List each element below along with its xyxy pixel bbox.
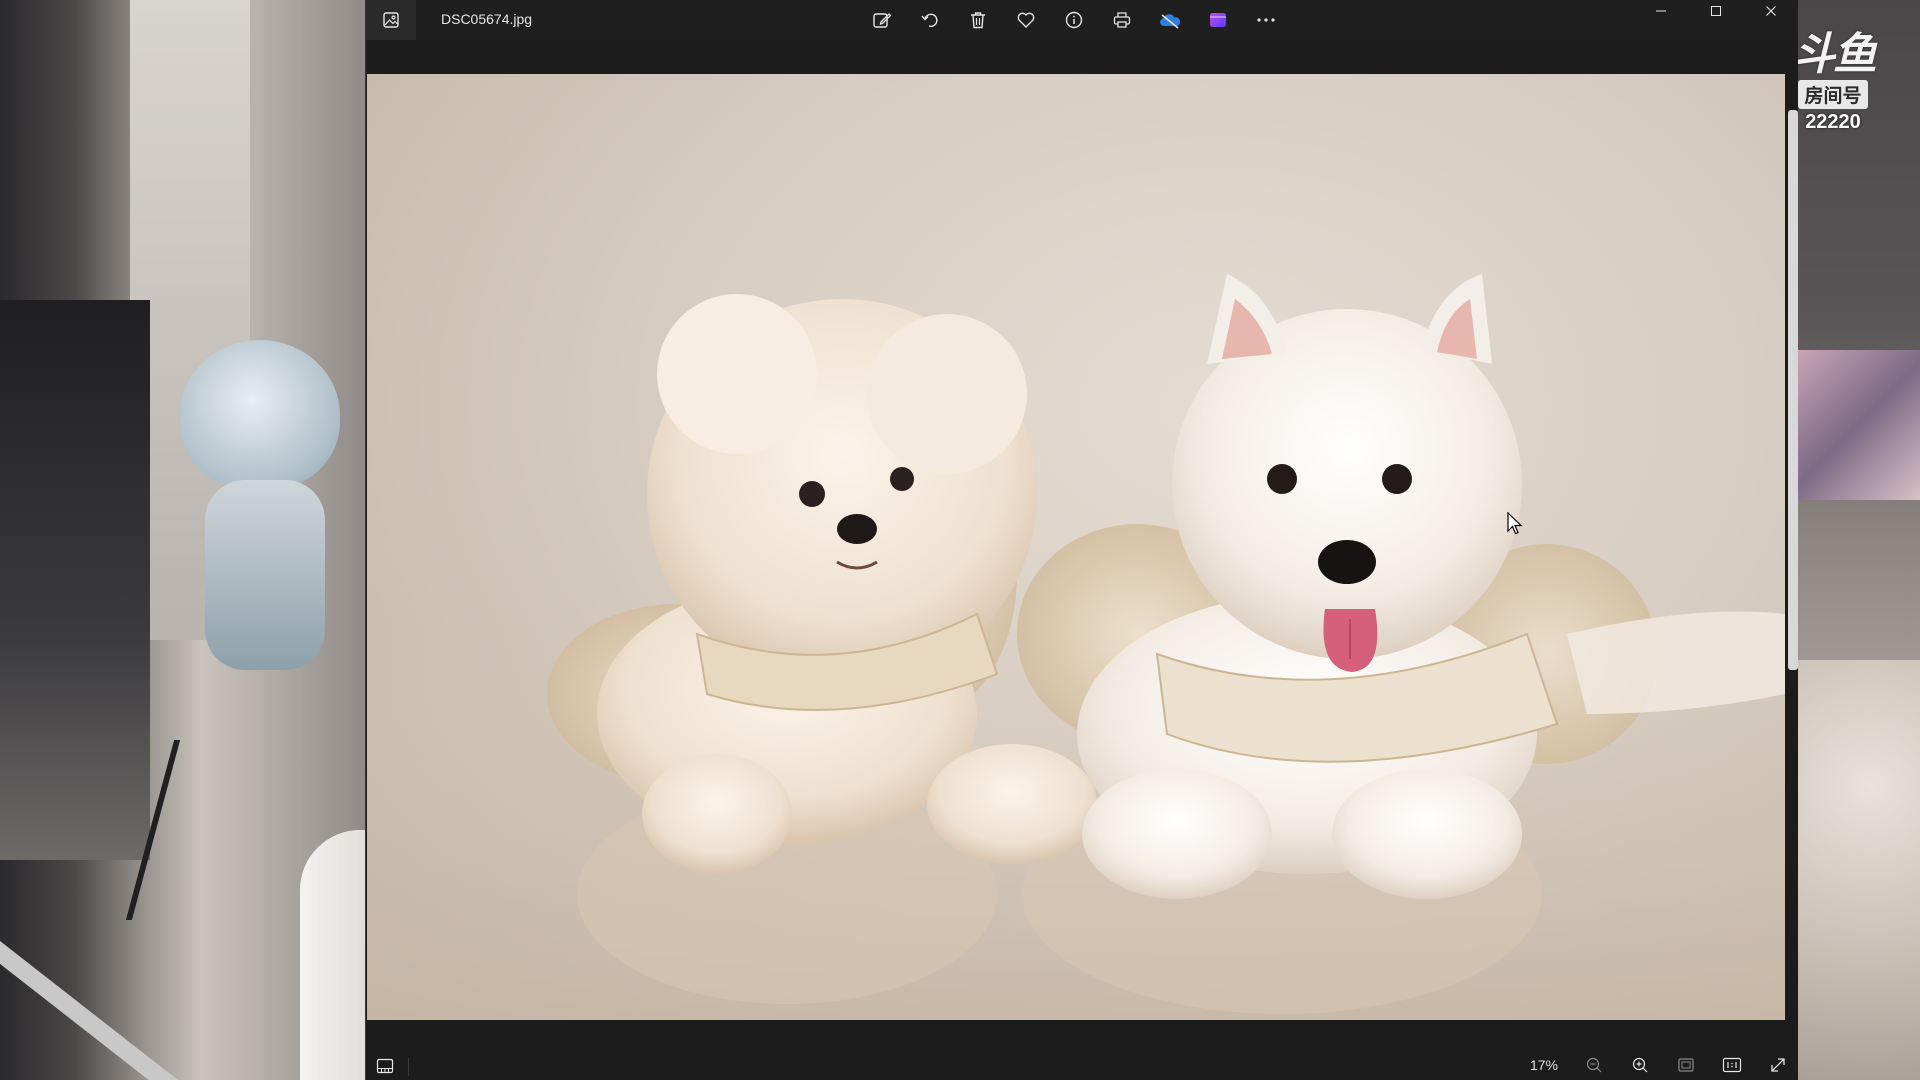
onedrive-button[interactable] <box>1154 5 1186 35</box>
webcam-background-left <box>0 0 380 1080</box>
favorite-button[interactable] <box>1010 5 1042 35</box>
filmstrip-button[interactable] <box>370 1054 400 1078</box>
maximize-button[interactable] <box>1688 0 1743 22</box>
zoom-in-button[interactable] <box>1626 1054 1654 1076</box>
bottom-divider <box>408 1058 409 1076</box>
fit-to-window-button[interactable] <box>1672 1054 1700 1076</box>
edit-icon <box>873 13 892 28</box>
bottom-bar: 17% <box>366 1046 1798 1080</box>
print-button[interactable] <box>1106 5 1138 35</box>
background-blanket <box>1796 660 1920 1080</box>
more-options-button[interactable] <box>1250 5 1282 35</box>
print-icon <box>1113 12 1131 28</box>
dogs-photo <box>367 274 1785 1020</box>
edit-image-button[interactable] <box>866 5 898 35</box>
rotate-icon <box>921 13 938 27</box>
full-screen-button[interactable] <box>1764 1054 1792 1076</box>
clipchamp-button[interactable] <box>1202 5 1234 35</box>
delete-button[interactable] <box>962 5 994 35</box>
title-bar: DSC05674.jpg <box>366 0 1798 40</box>
minimize-button[interactable] <box>1633 0 1688 22</box>
displayed-photo[interactable] <box>367 74 1785 1020</box>
close-button[interactable] <box>1743 0 1798 22</box>
webcam-background-right <box>1796 0 1920 1080</box>
heart-icon <box>1017 12 1035 28</box>
file-info-button[interactable] <box>1058 5 1090 35</box>
info-icon <box>1065 11 1083 29</box>
zoom-controls: 17% <box>1530 1054 1792 1076</box>
zoom-out-icon <box>1586 1057 1602 1073</box>
window-controls <box>1633 0 1798 22</box>
actual-size-icon <box>1722 1057 1742 1073</box>
fit-to-window-icon <box>1678 1058 1694 1072</box>
photos-app-icon[interactable] <box>366 0 416 40</box>
clipchamp-icon <box>1210 13 1226 27</box>
background-tripod <box>125 740 321 920</box>
background-cabinet <box>0 300 150 860</box>
photos-window: DSC05674.jpg 17% <box>365 0 1798 1080</box>
vertical-scrollbar[interactable] <box>1788 110 1798 670</box>
screen: 斗鱼 房间号 22220 DSC05674.jpg 17% <box>0 0 1920 1080</box>
zoom-in-icon <box>1632 1057 1648 1073</box>
background-figurine-body <box>205 480 325 670</box>
cloud-icon <box>1160 14 1181 29</box>
file-name: DSC05674.jpg <box>441 11 533 27</box>
room-label: 房间号 <box>1798 80 1868 109</box>
photo-viewer[interactable] <box>366 40 1798 1040</box>
close-icon <box>1765 6 1776 16</box>
mouse-cursor <box>1507 512 1523 536</box>
trash-icon <box>971 12 985 29</box>
minimize-icon <box>1655 10 1666 12</box>
zoom-out-button[interactable] <box>1580 1054 1608 1076</box>
background-rail <box>0 921 228 1080</box>
filmstrip-icon <box>376 1058 394 1074</box>
rotate-button[interactable] <box>914 5 946 35</box>
more-icon <box>1257 18 1275 22</box>
background-figurine <box>180 340 340 490</box>
expand-icon <box>1771 1058 1785 1072</box>
image-icon <box>383 12 399 28</box>
cursor-icon <box>1507 512 1523 535</box>
zoom-level: 17% <box>1529 1057 1558 1073</box>
maximize-icon <box>1710 6 1721 16</box>
actual-size-button[interactable] <box>1718 1054 1746 1076</box>
background-poster <box>1796 350 1920 500</box>
toolbar <box>866 5 1282 35</box>
